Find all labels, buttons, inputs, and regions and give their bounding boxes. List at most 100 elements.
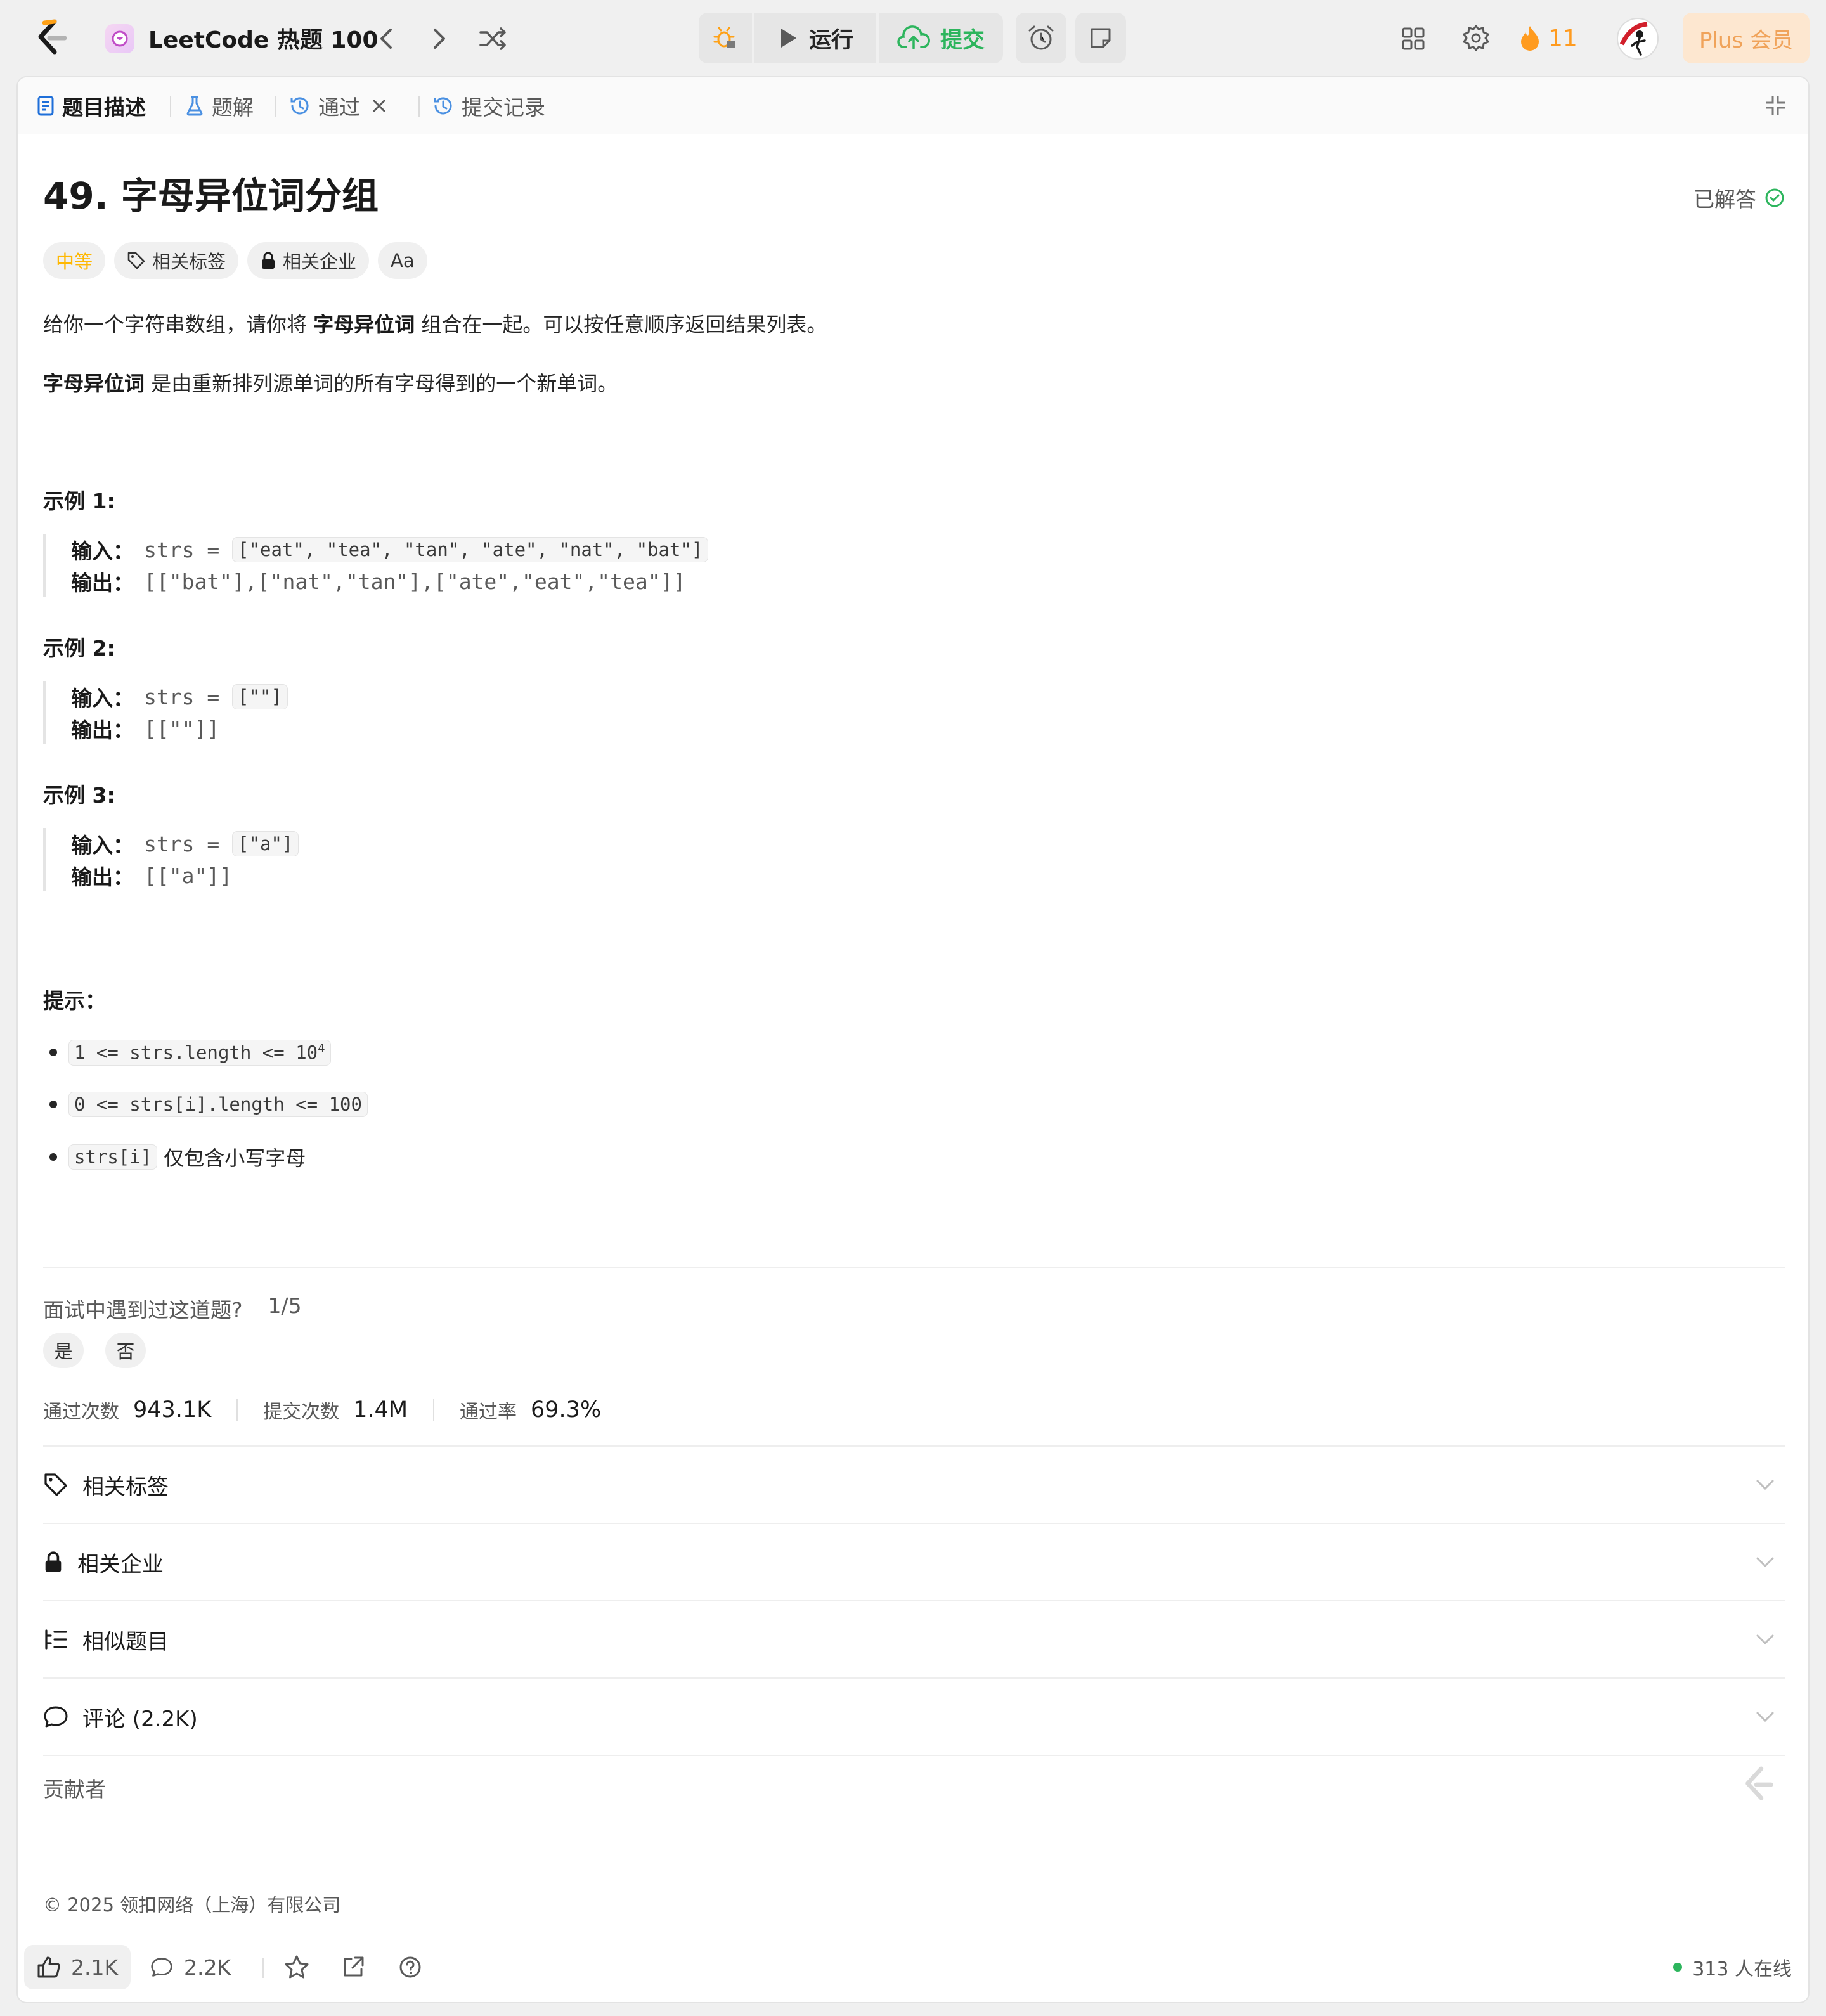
- problem-title[interactable]: 49. 字母异位词分组: [43, 166, 379, 219]
- online-count: 313 人在线: [1692, 1958, 1792, 1980]
- gear-icon[interactable]: [1460, 22, 1493, 55]
- hint-code: 1 <= strs.length <= 104: [68, 1040, 331, 1066]
- online-dot: [1673, 1963, 1683, 1972]
- solved-status: 已解答: [1693, 179, 1785, 217]
- accordion-comments[interactable]: 评论 (2.2K): [43, 1679, 1785, 1756]
- hint-item: 1 <= strs.length <= 104: [43, 1040, 331, 1066]
- chevron-left-icon[interactable]: [370, 23, 402, 55]
- lock-icon: [262, 252, 275, 269]
- panel-tabs: 题目描述 题解 通过 提交记录: [18, 77, 1808, 134]
- favorite-button[interactable]: [284, 1945, 309, 1989]
- share-button[interactable]: [341, 1945, 365, 1989]
- plus-membership-button[interactable]: Plus 会员: [1683, 13, 1810, 63]
- submission-count-value: 1.4M: [353, 1397, 408, 1423]
- hints-heading: 提示：: [43, 988, 106, 1013]
- hint-item: strs[i] 仅包含小写字母: [43, 1142, 306, 1172]
- collapse-icon[interactable]: [1764, 94, 1789, 119]
- streak-counter[interactable]: 11: [1519, 19, 1577, 57]
- shuffle-icon[interactable]: [476, 23, 511, 55]
- layout-icon[interactable]: [1397, 23, 1429, 55]
- tag-icon: [127, 252, 145, 269]
- accordion-similar[interactable]: 相似题目: [43, 1601, 1785, 1679]
- input-label: 输入：: [71, 539, 134, 564]
- debug-button[interactable]: [699, 13, 752, 63]
- bottom-action-bar: 2.1K 2.2K 313 人在线: [18, 1936, 1808, 2002]
- tab-solutions[interactable]: 题解: [185, 77, 254, 134]
- tags-chip-label: 相关标签: [152, 251, 226, 273]
- comment-count: 2.2K: [184, 1955, 231, 1980]
- example-3-heading: 示例 3:: [43, 783, 115, 808]
- yes-button[interactable]: 是: [43, 1333, 84, 1368]
- tag-icon: [44, 1473, 67, 1496]
- hint-code: strs[i]: [68, 1144, 158, 1170]
- input-code: [""]: [232, 684, 288, 709]
- tab-divider: [275, 96, 276, 117]
- input-code: ["eat", "tea", "tan", "ate", "nat", "bat…: [232, 537, 709, 562]
- tab-submissions[interactable]: 提交记录: [432, 77, 545, 134]
- output-label: 输出：: [71, 718, 134, 742]
- alarm-clock-button[interactable]: [1016, 13, 1066, 63]
- tab-accepted-label: 通过: [318, 95, 360, 120]
- star-icon: [285, 1955, 309, 1979]
- share-icon: [344, 1956, 364, 1977]
- interview-question-text: 面试中遇到过这道题?: [43, 1298, 243, 1322]
- like-count: 2.1K: [71, 1955, 119, 1980]
- tab-description[interactable]: 题目描述: [37, 77, 146, 134]
- submit-button[interactable]: 提交: [879, 13, 1003, 63]
- output-label: 输出：: [71, 571, 134, 595]
- example-1-input: 输入： strs = ["eat", "tea", "tan", "ate", …: [71, 534, 931, 565]
- study-plan-title[interactable]: LeetCode 热题 100: [148, 19, 379, 57]
- top-navigation-bar: LeetCode 热题 100 运行 提交 11 Plus 会员: [0, 0, 1826, 76]
- leetcode-logo-icon[interactable]: [33, 19, 71, 57]
- example-1-heading: 示例 1:: [43, 489, 115, 514]
- tab-accepted[interactable]: 通过: [289, 77, 387, 134]
- bullet-dot: [49, 1153, 57, 1161]
- accordion-similar-label: 相似题目: [82, 1629, 169, 1655]
- chevron-down-icon: [1756, 1557, 1774, 1568]
- study-plan-icon[interactable]: [105, 24, 134, 53]
- list-icon: [45, 1629, 67, 1650]
- accordion-companies[interactable]: 相关企业: [43, 1524, 1785, 1601]
- avatar[interactable]: [1617, 18, 1659, 60]
- note-button[interactable]: [1075, 13, 1126, 63]
- translate-icon: Aa: [391, 250, 415, 271]
- desc2-text: 是由重新排列源单词的所有字母得到的一个新单词。: [145, 372, 618, 396]
- acceptance-rate-value: 69.3%: [531, 1397, 602, 1423]
- flame-icon: [1521, 26, 1539, 51]
- check-circle-icon: [1765, 188, 1784, 207]
- like-button[interactable]: 2.1K: [24, 1945, 131, 1989]
- chevron-right-icon[interactable]: [424, 23, 455, 55]
- companies-chip[interactable]: 相关企业: [247, 242, 370, 279]
- help-button[interactable]: [398, 1945, 422, 1989]
- companies-chip-label: 相关企业: [283, 251, 357, 273]
- lock-icon: [45, 1551, 62, 1572]
- translate-chip[interactable]: Aa: [378, 242, 427, 279]
- leetcode-logo-icon: [1742, 1766, 1778, 1804]
- accordion-tags[interactable]: 相关标签: [43, 1447, 1785, 1524]
- example-2-heading: 示例 2:: [43, 636, 115, 661]
- run-button[interactable]: 运行: [754, 13, 876, 63]
- hint-sup: 4: [318, 1042, 325, 1056]
- tags-chip[interactable]: 相关标签: [114, 242, 239, 279]
- stats-divider: [236, 1399, 238, 1421]
- acceptance-rate-label: 通过率: [460, 1401, 517, 1423]
- tab-divider: [418, 96, 420, 117]
- copyright: © 2025 领扣网络（上海）有限公司: [43, 1894, 341, 1916]
- comment-button[interactable]: 2.2K: [150, 1945, 231, 1989]
- hint-item: 0 <= strs[i].length <= 100: [43, 1092, 368, 1117]
- close-icon[interactable]: [372, 98, 387, 113]
- input-label: 输入：: [71, 833, 134, 858]
- thumbs-up-icon: [37, 1956, 60, 1978]
- input-code: ["a"]: [232, 831, 299, 856]
- example-2-block: 输入： strs = [""] 输出： [[""]]: [43, 681, 931, 744]
- description-paragraph-1: 给你一个字符串数组，请你将 字母异位词 组合在一起。可以按任意顺序返回结果列表。: [43, 309, 827, 338]
- chevron-down-icon: [1756, 1712, 1774, 1722]
- submission-count-label: 提交次数: [263, 1401, 340, 1423]
- run-label: 运行: [808, 27, 853, 53]
- example-3-output: 输出： [["a"]]: [71, 860, 931, 891]
- document-icon: [37, 96, 54, 116]
- stats-row: 通过次数 943.1K 提交次数 1.4M 通过率 69.3%: [43, 1396, 626, 1424]
- no-button[interactable]: 否: [105, 1333, 146, 1368]
- tab-submissions-label: 提交记录: [462, 95, 545, 120]
- accepted-count-value: 943.1K: [133, 1397, 212, 1423]
